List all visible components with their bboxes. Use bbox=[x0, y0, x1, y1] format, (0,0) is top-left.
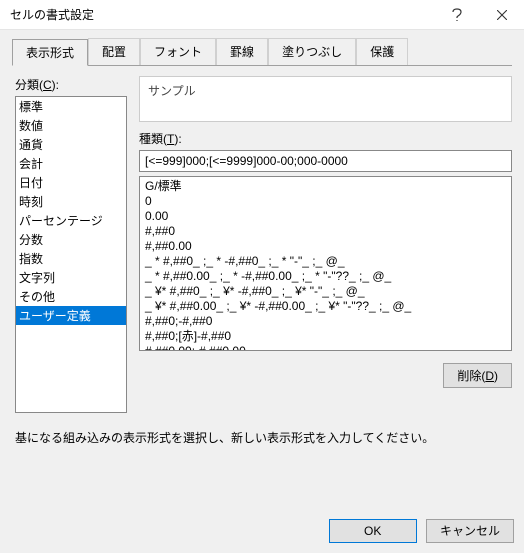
close-button[interactable] bbox=[479, 0, 524, 30]
delete-button[interactable]: 削除(D) bbox=[443, 363, 512, 388]
list-item[interactable]: #,##0;[赤]-#,##0 bbox=[140, 329, 511, 344]
list-item[interactable]: _ ¥* #,##0_ ;_ ¥* -#,##0_ ;_ ¥* "-"_ ;_ … bbox=[140, 284, 511, 299]
category-column: 分類(C): 標準 数値 通貨 会計 日付 時刻 パーセンテージ 分数 指数 文… bbox=[15, 76, 127, 413]
list-item[interactable]: 時刻 bbox=[16, 192, 126, 211]
tab-fill[interactable]: 塗りつぶし bbox=[268, 38, 356, 65]
type-label: 種類(T): bbox=[139, 130, 512, 147]
category-label: 分類(C): bbox=[15, 76, 127, 93]
cancel-button[interactable]: キャンセル bbox=[426, 519, 514, 543]
ok-button[interactable]: OK bbox=[329, 519, 417, 543]
tab-number-format[interactable]: 表示形式 bbox=[12, 39, 88, 66]
list-item[interactable]: 指数 bbox=[16, 249, 126, 268]
list-item[interactable]: 数値 bbox=[16, 116, 126, 135]
hint-text: 基になる組み込みの表示形式を選択し、新しい表示形式を入力してください。 bbox=[0, 413, 524, 446]
tab-strip: 表示形式 配置 フォント 罫線 塗りつぶし 保護 bbox=[0, 30, 524, 65]
sample-label: サンプル bbox=[148, 82, 503, 99]
list-item[interactable]: 分数 bbox=[16, 230, 126, 249]
list-item[interactable]: ユーザー定義 bbox=[16, 306, 126, 325]
spacer bbox=[0, 446, 524, 507]
help-icon bbox=[452, 8, 462, 22]
list-item[interactable]: パーセンテージ bbox=[16, 211, 126, 230]
list-item[interactable]: #,##0 bbox=[140, 224, 511, 239]
list-item[interactable]: #,##0.00 bbox=[140, 239, 511, 254]
list-item[interactable]: #,##0;-#,##0 bbox=[140, 314, 511, 329]
details-column: サンプル 種類(T): G/標準 0 0.00 #,##0 #,##0.00 _… bbox=[139, 76, 512, 413]
close-icon bbox=[497, 10, 507, 20]
list-item[interactable]: 標準 bbox=[16, 97, 126, 116]
titlebar: セルの書式設定 bbox=[0, 0, 524, 30]
footer: OK キャンセル bbox=[0, 507, 524, 553]
list-item[interactable]: _ ¥* #,##0.00_ ;_ ¥* -#,##0.00_ ;_ ¥* "-… bbox=[140, 299, 511, 314]
list-item[interactable]: #,##0.00;-#,##0.00 bbox=[140, 344, 511, 351]
list-item[interactable]: G/標準 bbox=[140, 179, 511, 194]
tab-alignment[interactable]: 配置 bbox=[88, 38, 140, 65]
list-item[interactable]: 通貨 bbox=[16, 135, 126, 154]
list-item[interactable]: 0.00 bbox=[140, 209, 511, 224]
list-item[interactable]: 会計 bbox=[16, 154, 126, 173]
list-item[interactable]: _ * #,##0_ ;_ * -#,##0_ ;_ * "-"_ ;_ @_ bbox=[140, 254, 511, 269]
list-item[interactable]: 日付 bbox=[16, 173, 126, 192]
list-item[interactable]: その他 bbox=[16, 287, 126, 306]
dialog: セルの書式設定 表示形式 配置 フォント 罫線 塗りつぶし 保護 分類(C): … bbox=[0, 0, 524, 553]
format-listbox[interactable]: G/標準 0 0.00 #,##0 #,##0.00 _ * #,##0_ ;_… bbox=[139, 176, 512, 351]
list-item[interactable]: _ * #,##0.00_ ;_ * -#,##0.00_ ;_ * "-"??… bbox=[140, 269, 511, 284]
list-item[interactable]: 文字列 bbox=[16, 268, 126, 287]
content-area: 分類(C): 標準 数値 通貨 会計 日付 時刻 パーセンテージ 分数 指数 文… bbox=[0, 66, 524, 413]
tab-protection[interactable]: 保護 bbox=[356, 38, 408, 65]
sample-box: サンプル bbox=[139, 76, 512, 122]
tab-border[interactable]: 罫線 bbox=[216, 38, 268, 65]
delete-row: 削除(D) bbox=[139, 363, 512, 388]
tab-font[interactable]: フォント bbox=[140, 38, 216, 65]
help-button[interactable] bbox=[434, 0, 479, 30]
window-title: セルの書式設定 bbox=[10, 6, 434, 23]
type-input[interactable] bbox=[139, 150, 512, 172]
list-item[interactable]: 0 bbox=[140, 194, 511, 209]
category-listbox[interactable]: 標準 数値 通貨 会計 日付 時刻 パーセンテージ 分数 指数 文字列 その他 … bbox=[15, 96, 127, 413]
